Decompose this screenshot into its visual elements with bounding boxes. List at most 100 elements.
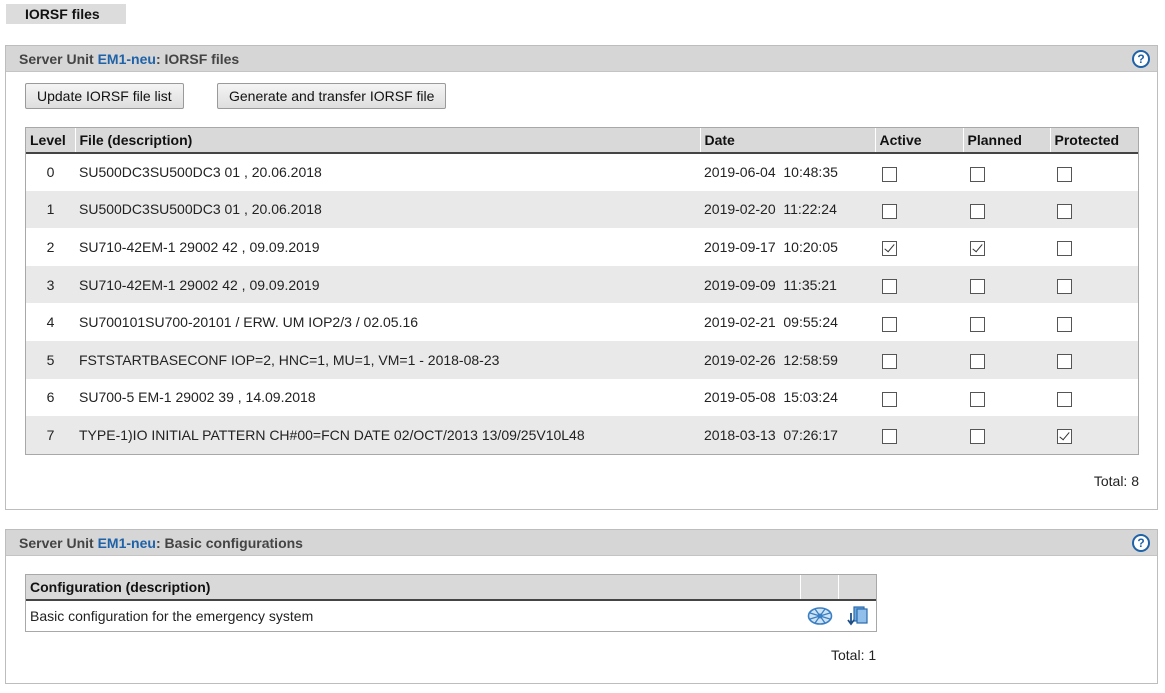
panel-title-suffix: : Basic configurations (155, 535, 303, 551)
active-checkbox[interactable] (882, 316, 897, 332)
file-description-cell: SU500DC3SU500DC3 01 , 20.06.2018 (79, 164, 322, 181)
planned-checkbox[interactable] (970, 316, 985, 332)
protected-cell (1050, 190, 1138, 229)
planned-cell (963, 153, 1050, 191)
protected-cell (1050, 379, 1138, 417)
planned-cell (963, 228, 1050, 266)
file-description-cell: FSTSTARTBASECONF IOP=2, HNC=1, MU=1, VM=… (75, 340, 700, 379)
column-header-action-2 (838, 575, 876, 601)
iorsf-table: Level File (description) Date Active Pla… (26, 128, 1138, 454)
planned-checkbox[interactable] (970, 203, 985, 219)
protected-cell (1050, 303, 1138, 341)
config-description: Basic configuration for the emergency sy… (30, 608, 314, 624)
table-row[interactable]: 6 SU700-5 EM-1 29002 39 , 14.09.2018 2019-… (26, 379, 1138, 417)
table-row[interactable]: 0 SU500DC3SU500DC3 01 , 20.06.2018 2019-06… (26, 153, 1138, 191)
active-checkbox[interactable] (882, 354, 897, 370)
table-row[interactable]: 4 SU700101SU700-20101 / ERW. UM IOP2/3 / … (26, 303, 1138, 341)
planned-cell (963, 340, 1050, 379)
date-cell: 2018-03-13 07:26:17 (700, 416, 875, 454)
config-action-cell (838, 600, 876, 631)
active-checkbox[interactable] (882, 429, 897, 445)
planned-checkbox[interactable] (970, 241, 985, 257)
network-config-icon[interactable] (807, 605, 833, 627)
active-cell (875, 228, 963, 266)
level-cell: 7 (26, 416, 75, 454)
active-checkbox[interactable] (882, 279, 897, 295)
level-cell: 6 (46, 389, 55, 406)
file-description-cell: SU700-5 EM-1 29002 39 , 14.09.2018 (79, 389, 316, 406)
active-checkbox[interactable] (882, 203, 897, 219)
panel-header: Server Unit EM1-neu: Basic configuration… (6, 530, 1157, 556)
table-row[interactable]: 1 SU500DC3SU500DC3 01 , 20.06.2018 2019-02… (26, 190, 1138, 229)
planned-cell (963, 190, 1050, 229)
file-description-cell: SU500DC3SU500DC3 01 , 20.06.2018 (75, 190, 700, 229)
active-checkbox[interactable] (882, 241, 897, 257)
file-description-cell: TYPE-1)IO INITIAL PATTERN CH#00=FCN DATE… (75, 416, 700, 454)
column-header-file[interactable]: File (description) (75, 128, 701, 154)
download-transfer-icon[interactable] (845, 605, 869, 627)
server-unit-link[interactable]: EM1-neu (98, 51, 156, 67)
date-cell: 2019-06-04 10:48:35 (704, 164, 838, 181)
planned-checkbox[interactable] (970, 429, 985, 445)
protected-checkbox[interactable] (1057, 166, 1072, 182)
protected-checkbox[interactable] (1057, 391, 1072, 407)
active-cell (875, 265, 963, 304)
table-row[interactable]: 3 SU710-42EM-1 29002 42 , 09.09.2019 2019-… (26, 265, 1138, 304)
basic-configurations-panel: Server Unit EM1-neu: Basic configuration… (5, 529, 1158, 684)
table-header-row: Configuration (description) (26, 575, 876, 601)
table-row: Basic configuration for the emergency sy… (26, 600, 876, 631)
column-header-planned[interactable]: Planned (963, 128, 1051, 154)
panel-title-suffix: : IORSF files (155, 51, 240, 67)
protected-cell (1050, 265, 1138, 304)
active-checkbox[interactable] (882, 391, 897, 407)
planned-checkbox[interactable] (970, 166, 985, 182)
date-cell: 2019-02-21 09:55:24 (704, 314, 838, 331)
planned-checkbox[interactable] (970, 354, 985, 370)
protected-checkbox[interactable] (1057, 279, 1072, 295)
table-row[interactable]: 2 SU710-42EM-1 29002 42 , 09.09.2019 2019-… (26, 228, 1138, 266)
iorsf-files-panel: Server Unit EM1-neu: IORSF files ? Updat… (5, 45, 1158, 510)
basic-config-table-container: Configuration (description) Basic config… (25, 574, 877, 632)
active-cell (875, 340, 963, 379)
planned-cell (963, 303, 1050, 341)
column-header-level[interactable]: Level (26, 128, 76, 154)
generate-transfer-iorsf-button[interactable]: Generate and transfer IORSF file (217, 83, 447, 109)
protected-cell (1050, 153, 1138, 191)
column-header-protected[interactable]: Protected (1050, 128, 1138, 154)
level-cell: 5 (26, 340, 75, 379)
server-unit-link[interactable]: EM1-neu (98, 535, 156, 551)
update-iorsf-list-button[interactable]: Update IORSF file list (25, 83, 184, 109)
protected-checkbox[interactable] (1057, 316, 1072, 332)
panel-title-prefix: Server Unit (19, 535, 98, 551)
active-checkbox[interactable] (882, 166, 897, 182)
date-cell: 2019-02-26 12:58:59 (700, 340, 875, 379)
protected-checkbox[interactable] (1057, 429, 1072, 445)
config-action-cell (800, 600, 838, 631)
active-cell (875, 379, 963, 417)
panel-header: Server Unit EM1-neu: IORSF files ? (6, 46, 1157, 72)
help-icon[interactable]: ? (1132, 534, 1150, 552)
iorsf-total: Total: 8 (1093, 473, 1139, 489)
date-cell: 2019-09-17 10:20:05 (704, 238, 838, 255)
protected-checkbox[interactable] (1057, 354, 1072, 370)
table-row[interactable]: 5 FSTSTARTBASECONF IOP=2, HNC=1, MU=1, VM… (26, 340, 1138, 379)
column-header-date[interactable]: Date (700, 128, 876, 154)
protected-cell (1050, 228, 1138, 266)
planned-checkbox[interactable] (970, 279, 985, 295)
level-cell: 3 (26, 265, 75, 304)
active-cell (875, 416, 963, 454)
column-header-configuration[interactable]: Configuration (description) (26, 575, 801, 601)
help-icon[interactable]: ? (1132, 50, 1150, 68)
column-header-active[interactable]: Active (875, 128, 964, 154)
date-cell: 2019-09-09 11:35:21 (700, 265, 875, 304)
tab-iorsf-files[interactable]: IORSF files (6, 4, 126, 24)
planned-checkbox[interactable] (970, 391, 985, 407)
protected-checkbox[interactable] (1057, 241, 1072, 257)
planned-cell (963, 265, 1050, 304)
table-row[interactable]: 7 TYPE-1)IO INITIAL PATTERN CH#00=FCN DAT… (26, 416, 1138, 454)
table-header-row: Level File (description) Date Active Pla… (26, 128, 1138, 154)
level-cell: 4 (46, 314, 55, 331)
protected-cell (1050, 340, 1138, 379)
protected-checkbox[interactable] (1057, 203, 1072, 219)
level-cell: 0 (46, 164, 55, 181)
